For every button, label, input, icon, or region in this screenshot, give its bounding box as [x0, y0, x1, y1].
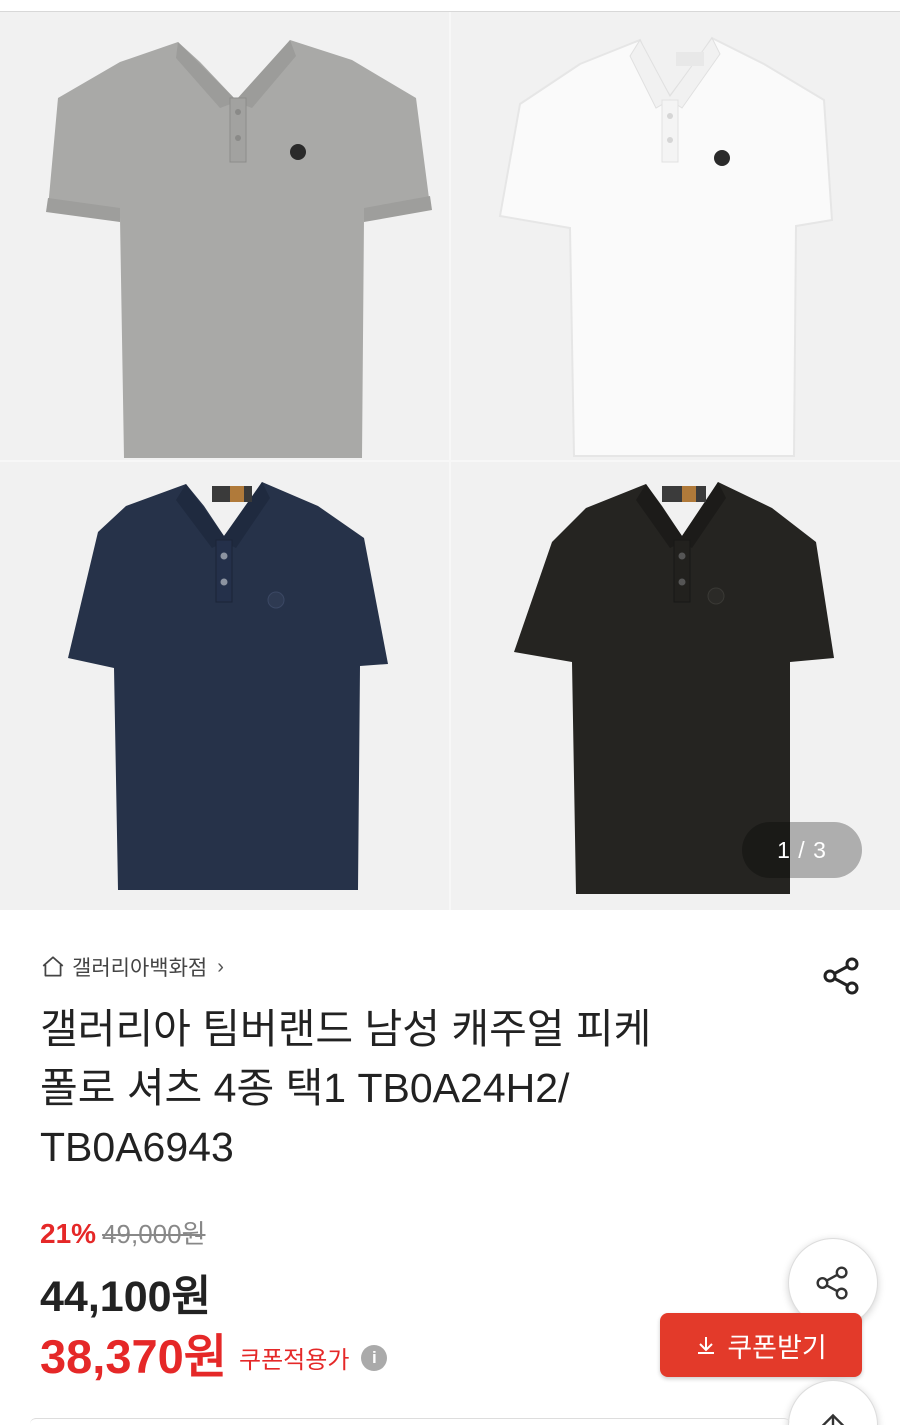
share-icon[interactable]: [818, 952, 866, 1000]
coupon-price: 38,370원: [40, 1330, 227, 1383]
coupon-price-row: 38,370원 쿠폰적용가 i: [40, 1318, 388, 1387]
arrow-up-icon: [821, 1413, 845, 1425]
get-coupon-button[interactable]: 쿠폰받기: [660, 1313, 862, 1377]
home-icon: [40, 954, 66, 980]
info-icon[interactable]: i: [361, 1344, 388, 1371]
grey-polo-image[interactable]: [0, 12, 450, 462]
product-title-line2: 폴로 셔츠 4종 택1 TB0A24H2/: [40, 1065, 570, 1111]
discount-row: 21% 49,000원: [40, 1214, 206, 1251]
navy-polo-image[interactable]: [0, 462, 450, 910]
coupon-price-label: 쿠폰적용가: [239, 1347, 350, 1374]
gallery-page-counter: 1 / 3: [742, 822, 862, 878]
bottom-sheet-edge: [30, 1418, 790, 1425]
product-title-line3: TB0A6943: [40, 1124, 234, 1170]
gallery-top-border: [0, 0, 900, 12]
gallery-divider-horizontal: [0, 460, 900, 462]
scroll-to-top-button[interactable]: [788, 1380, 878, 1425]
discount-rate: 21%: [40, 1218, 97, 1249]
sale-price: 44,100원: [40, 1273, 212, 1321]
get-coupon-label: 쿠폰받기: [727, 1332, 827, 1363]
share-icon: [816, 1266, 848, 1300]
store-name: 갤러리아백화점: [72, 957, 208, 980]
white-polo-image[interactable]: [450, 12, 900, 462]
download-icon: [698, 1337, 715, 1354]
original-price: 49,000원: [102, 1219, 206, 1249]
store-link[interactable]: 갤러리아백화점 ›: [40, 952, 224, 982]
product-image-gallery[interactable]: 1 / 3: [0, 0, 900, 910]
product-title: 갤러리아 팀버랜드 남성 캐주얼 피케 폴로 셔츠 4종 택1 TB0A24H2…: [40, 1000, 780, 1177]
chevron-right-icon: ›: [217, 955, 224, 978]
product-title-line1: 갤러리아 팀버랜드 남성 캐주얼 피케: [40, 1006, 652, 1052]
